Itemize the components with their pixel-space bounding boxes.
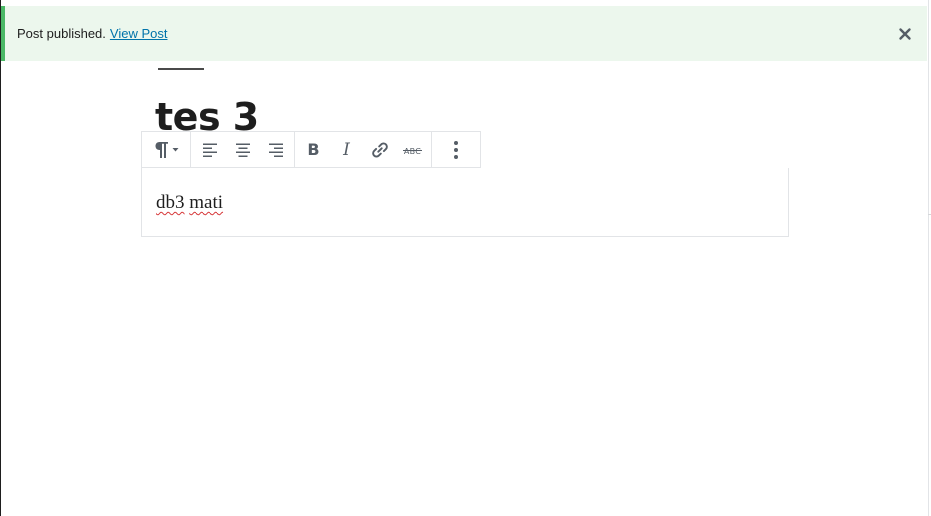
- formatting-group: B I ABC: [295, 132, 432, 167]
- paragraph-icon: [153, 140, 171, 160]
- more-group: [432, 132, 480, 167]
- align-right-icon: [268, 142, 284, 158]
- title-separator: [158, 68, 204, 70]
- strikethrough-icon: ABC: [402, 141, 423, 159]
- align-center-button[interactable]: [226, 132, 259, 167]
- block-toolbar: B I ABC: [141, 131, 481, 168]
- italic-icon: I: [343, 139, 350, 160]
- bold-icon: B: [307, 140, 320, 159]
- block-type-switcher[interactable]: [144, 132, 188, 167]
- chevron-down-icon: [171, 145, 180, 154]
- align-right-button[interactable]: [259, 132, 292, 167]
- view-post-link[interactable]: View Post: [110, 26, 168, 41]
- align-left-button[interactable]: [193, 132, 226, 167]
- italic-button[interactable]: I: [330, 132, 363, 167]
- paragraph-block[interactable]: db3 mati: [141, 168, 789, 237]
- paragraph-word: db3: [156, 192, 185, 213]
- strikethrough-line: [402, 149, 423, 151]
- align-left-icon: [202, 142, 218, 158]
- block-type-group: [142, 132, 191, 167]
- link-icon: [370, 140, 390, 160]
- editor-frame: Post published. View Post tes 3 B I ABC …: [0, 0, 931, 516]
- notice-message: Post published.: [17, 26, 106, 41]
- strikethrough-label: ABC: [403, 146, 422, 156]
- paragraph-text[interactable]: db3 mati: [156, 191, 223, 215]
- alignment-group: [191, 132, 295, 167]
- close-icon[interactable]: [897, 26, 913, 42]
- link-button[interactable]: [363, 132, 396, 167]
- strikethrough-button[interactable]: ABC: [396, 132, 429, 167]
- paragraph-word: mati: [189, 192, 224, 213]
- bold-button[interactable]: B: [297, 132, 330, 167]
- more-options-button[interactable]: [434, 132, 478, 167]
- success-notice: Post published. View Post: [1, 6, 927, 61]
- more-options-icon: [453, 140, 459, 160]
- align-center-icon: [235, 142, 251, 158]
